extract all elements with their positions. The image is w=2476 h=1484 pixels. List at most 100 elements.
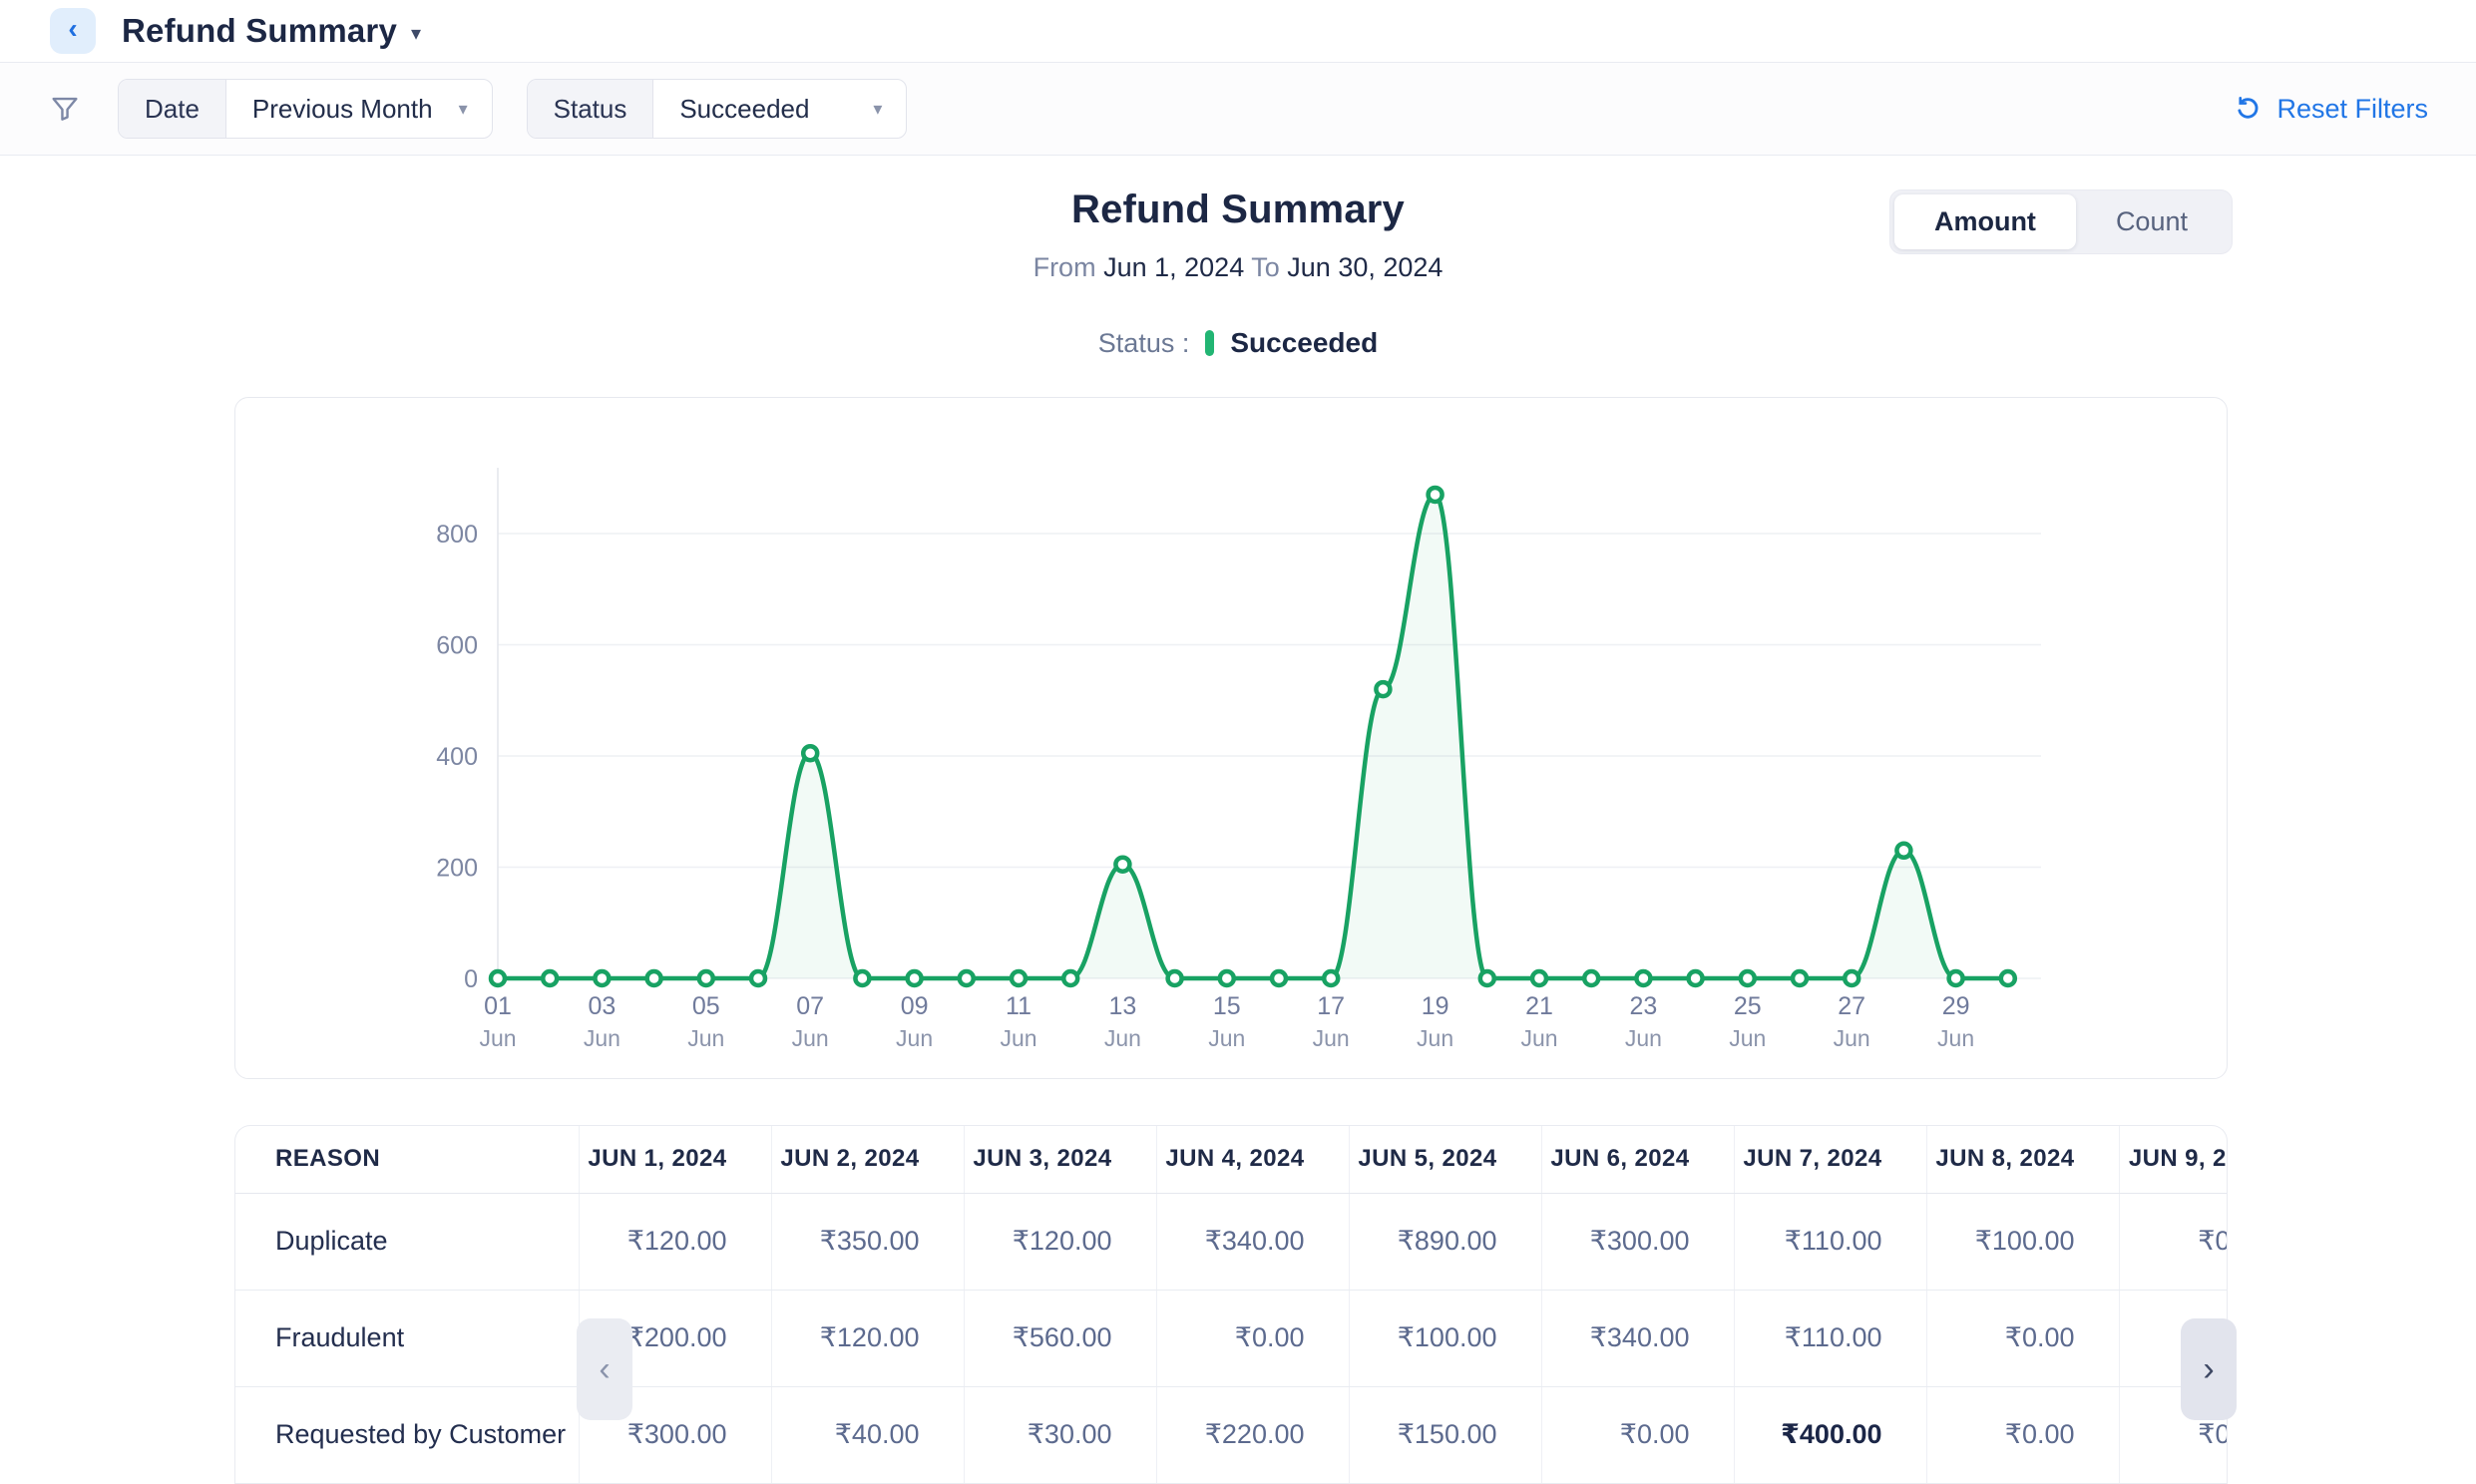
svg-text:27: 27	[1838, 992, 1865, 1020]
table-header-date: JUN 6, 2024	[1541, 1126, 1734, 1193]
svg-text:19: 19	[1422, 992, 1449, 1020]
table-scroll-left-button[interactable]: ‹	[577, 1318, 632, 1420]
table-header-date: JUN 3, 2024	[964, 1126, 1156, 1193]
svg-text:17: 17	[1317, 992, 1345, 1020]
table-row: Fraudulent₹200.00₹120.00₹560.00₹0.00₹100…	[235, 1290, 2228, 1386]
amount-cell: ₹120.00	[964, 1193, 1156, 1290]
back-button[interactable]: ‹	[50, 8, 96, 54]
amount-cell: ₹220.00	[1156, 1386, 1349, 1483]
svg-text:400: 400	[436, 743, 478, 771]
svg-text:23: 23	[1629, 992, 1657, 1020]
chevron-right-icon: ›	[2203, 1352, 2214, 1386]
svg-text:Jun: Jun	[687, 1025, 724, 1051]
amount-cell: ₹110.00	[1734, 1290, 1926, 1386]
refund-summary-table: REASONJUN 1, 2024JUN 2, 2024JUN 3, 2024J…	[234, 1125, 2228, 1484]
svg-text:Jun: Jun	[896, 1025, 933, 1051]
amount-cell: ₹340.00	[1156, 1193, 1349, 1290]
amount-count-toggle: Amount Count	[1889, 189, 2233, 254]
svg-text:Jun: Jun	[1000, 1025, 1036, 1051]
svg-text:Jun: Jun	[1834, 1025, 1870, 1051]
amount-cell: ₹0.00	[1926, 1386, 2119, 1483]
legend-value: Succeeded	[1230, 327, 1378, 359]
amount-cell: ₹100.00	[1349, 1290, 1541, 1386]
amount-cell: ₹0.00	[1541, 1386, 1734, 1483]
amount-cell: ₹100.00	[1926, 1193, 2119, 1290]
line-chart: 020040060080001Jun03Jun05Jun07Jun09Jun11…	[235, 398, 2227, 1078]
reason-cell: Requested by Customer	[235, 1386, 579, 1483]
reset-filters-button[interactable]: Reset Filters	[2233, 94, 2428, 125]
filter-funnel-icon[interactable]	[48, 92, 82, 126]
status-legend: Status : Succeeded	[0, 327, 2476, 359]
amount-cell: ₹0.00	[1926, 1290, 2119, 1386]
reason-cell: Duplicate	[235, 1193, 579, 1290]
chevron-down-icon: ▾	[873, 80, 906, 138]
amount-cell: ₹0.00	[2119, 1193, 2228, 1290]
svg-text:Jun: Jun	[479, 1025, 516, 1051]
from-date: Jun 1, 2024	[1103, 252, 1244, 282]
top-header: ‹ Refund Summary ▾	[0, 0, 2476, 62]
svg-text:Jun: Jun	[1625, 1025, 1662, 1051]
svg-text:Jun: Jun	[584, 1025, 620, 1051]
table-header-date: JUN 5, 2024	[1349, 1126, 1541, 1193]
table-scroll-right-button[interactable]: ›	[2181, 1318, 2237, 1420]
table-header-date: JUN 4, 2024	[1156, 1126, 1349, 1193]
svg-text:200: 200	[436, 855, 478, 883]
refund-summary-chart: 020040060080001Jun03Jun05Jun07Jun09Jun11…	[234, 397, 2228, 1079]
table-header-date: JUN 2, 2024	[771, 1126, 964, 1193]
amount-cell: ₹560.00	[964, 1290, 1156, 1386]
svg-text:25: 25	[1734, 992, 1762, 1020]
amount-cell: ₹110.00	[1734, 1193, 1926, 1290]
date-filter[interactable]: Date Previous Month ▾	[118, 79, 493, 139]
chevron-down-icon[interactable]: ▾	[411, 21, 421, 46]
svg-text:Jun: Jun	[792, 1025, 829, 1051]
svg-text:01: 01	[484, 992, 512, 1020]
svg-text:21: 21	[1525, 992, 1553, 1020]
amount-cell: ₹400.00	[1734, 1386, 1926, 1483]
date-filter-label: Date	[119, 80, 226, 138]
svg-text:13: 13	[1108, 992, 1136, 1020]
reason-cell: Fraudulent	[235, 1290, 579, 1386]
amount-cell: ₹40.00	[771, 1386, 964, 1483]
to-date: Jun 30, 2024	[1287, 252, 1443, 282]
amount-cell: ₹350.00	[771, 1193, 964, 1290]
amount-cell: ₹890.00	[1349, 1193, 1541, 1290]
refresh-icon	[2233, 94, 2263, 124]
from-label: From	[1033, 252, 1096, 282]
amount-cell: ₹30.00	[964, 1386, 1156, 1483]
svg-text:05: 05	[692, 992, 720, 1020]
chevron-left-icon: ‹	[599, 1352, 610, 1386]
table-header-date: JUN 9, 2024	[2119, 1126, 2228, 1193]
to-label: To	[1251, 252, 1280, 282]
svg-text:Jun: Jun	[1208, 1025, 1245, 1051]
amount-cell: ₹150.00	[1349, 1386, 1541, 1483]
amount-cell: ₹120.00	[771, 1290, 964, 1386]
svg-text:0: 0	[464, 965, 478, 993]
svg-text:600: 600	[436, 632, 478, 660]
table-header-date: JUN 8, 2024	[1926, 1126, 2119, 1193]
svg-text:Jun: Jun	[1937, 1025, 1974, 1051]
svg-text:Jun: Jun	[1520, 1025, 1557, 1051]
summary-date-range: From Jun 1, 2024 To Jun 30, 2024	[0, 252, 2476, 283]
summary-header: Refund Summary From Jun 1, 2024 To Jun 3…	[0, 156, 2476, 359]
svg-text:11: 11	[1006, 992, 1032, 1020]
svg-text:800: 800	[436, 521, 478, 549]
table-header-date: JUN 7, 2024	[1734, 1126, 1926, 1193]
status-filter[interactable]: Status Succeeded ▾	[527, 79, 908, 139]
status-filter-label: Status	[528, 80, 654, 138]
amount-cell: ₹340.00	[1541, 1290, 1734, 1386]
svg-text:Jun: Jun	[1313, 1025, 1350, 1051]
svg-text:03: 03	[588, 992, 616, 1020]
svg-text:Jun: Jun	[1104, 1025, 1141, 1051]
status-filter-value[interactable]: Succeeded	[653, 80, 873, 138]
date-filter-value[interactable]: Previous Month	[226, 80, 459, 138]
toggle-count-button[interactable]: Count	[2076, 194, 2228, 249]
filter-bar: Date Previous Month ▾ Status Succeeded ▾…	[0, 62, 2476, 156]
page-title: Refund Summary	[122, 12, 397, 50]
legend-color-pill	[1205, 330, 1214, 356]
toggle-amount-button[interactable]: Amount	[1894, 194, 2076, 249]
chevron-left-icon: ‹	[68, 15, 77, 43]
table-row: Requested by Customer₹300.00₹40.00₹30.00…	[235, 1386, 2228, 1483]
amount-cell: ₹0.00	[1156, 1290, 1349, 1386]
svg-text:07: 07	[796, 992, 824, 1020]
svg-text:29: 29	[1942, 992, 1970, 1020]
